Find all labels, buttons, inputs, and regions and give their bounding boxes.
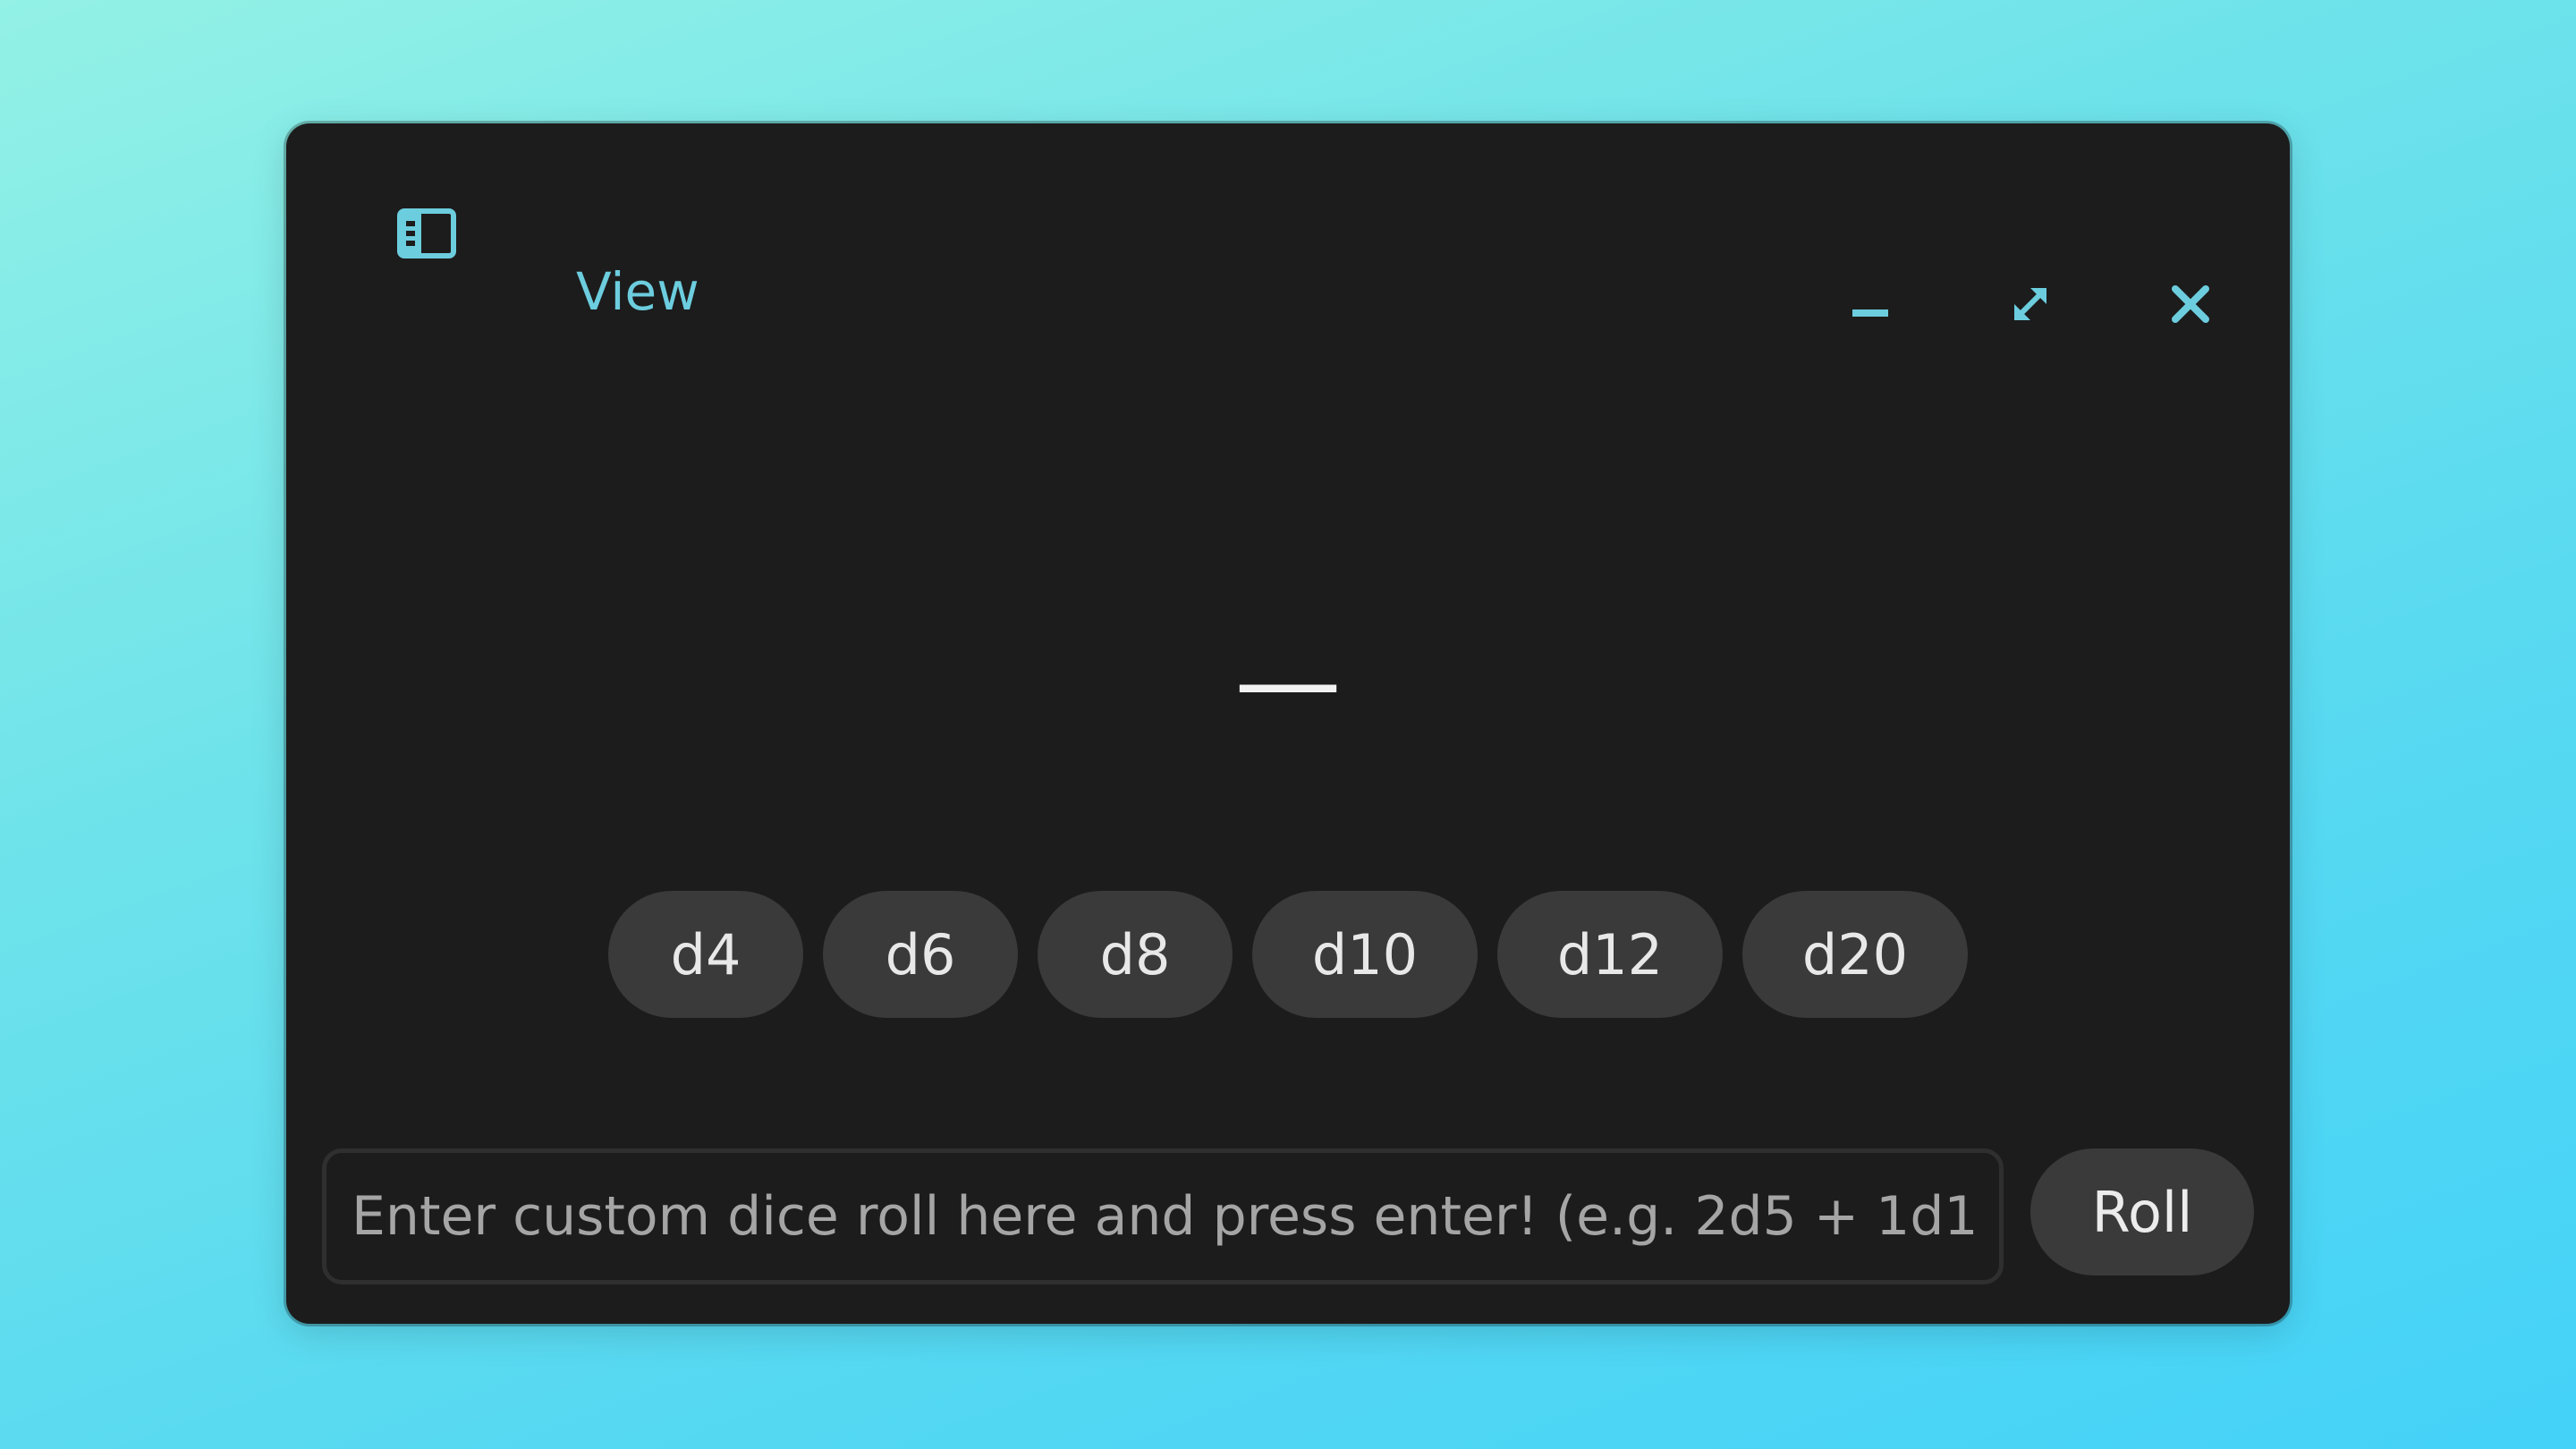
custom-roll-field: [322, 1148, 2004, 1284]
d10-button[interactable]: d10: [1252, 891, 1478, 1018]
close-icon: [2171, 284, 2210, 327]
roll-button[interactable]: Roll: [2030, 1148, 2254, 1275]
maximize-icon: [2011, 284, 2050, 327]
d4-button[interactable]: d4: [608, 891, 803, 1018]
d8-button[interactable]: d8: [1038, 891, 1233, 1018]
custom-roll-input[interactable]: [326, 1153, 1999, 1280]
window-title[interactable]: View: [576, 256, 699, 327]
minimize-button[interactable]: [1830, 266, 1911, 346]
titlebar: View: [286, 123, 2290, 323]
sidebar-toggle-icon: [397, 208, 456, 262]
d20-button[interactable]: d20: [1742, 891, 1968, 1018]
roll-result: —: [1234, 620, 1342, 744]
dice-button-row: d4 d6 d8 d10 d12 d20: [286, 891, 2290, 1018]
minimize-icon: [1851, 284, 1890, 327]
close-button[interactable]: [2150, 266, 2231, 346]
sidebar-toggle-button[interactable]: [386, 195, 467, 275]
d12-button[interactable]: d12: [1497, 891, 1723, 1018]
maximize-button[interactable]: [1990, 266, 2071, 346]
dice-roller-window: View — d4 d6 d8 d10 d12 d20 Enter custom…: [286, 123, 2290, 1324]
d6-button[interactable]: d6: [823, 891, 1018, 1018]
